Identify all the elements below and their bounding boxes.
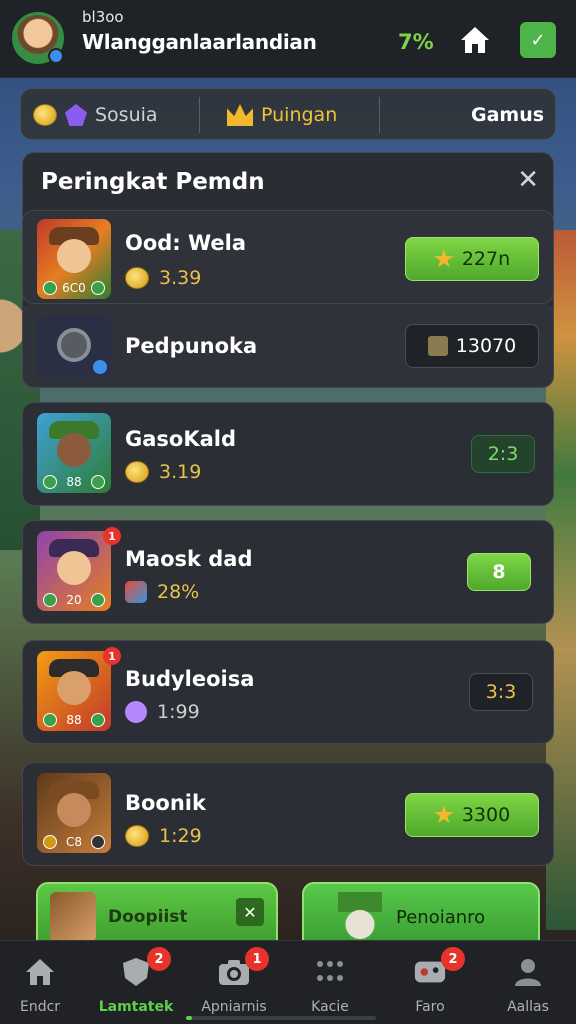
camera-icon: 1 (217, 947, 269, 989)
home-icon (461, 27, 489, 53)
star-icon (434, 249, 454, 268)
progress-percent: 7% (398, 30, 434, 54)
gamepad-icon: 2 (413, 947, 465, 989)
bottom-nav: Endcr 2 Lamtatek 1 Apniarnis Kacie 2 Far… (0, 940, 576, 1024)
card-avatar (50, 892, 96, 942)
score-pill[interactable]: 8 (467, 553, 531, 591)
nav-item-endcr[interactable]: Endcr (0, 941, 88, 1024)
verified-badge-icon (93, 360, 107, 374)
nav-item-apniarnis[interactable]: 1 Apniarnis (186, 941, 282, 1024)
home-button[interactable] (458, 24, 492, 56)
player-name: Budyleoisa (125, 667, 255, 691)
verified-badge-icon (48, 48, 64, 64)
nav-item-aallas[interactable]: Aallas (480, 941, 576, 1024)
home-indicator (186, 1016, 376, 1020)
notification-badge: 1 (103, 527, 121, 545)
player-row[interactable]: 6C0 Ood: Wela 3.39 227n (22, 210, 554, 304)
top-bar: bl3oo Wlangganlaarlandian 7% ✓ (0, 0, 576, 78)
player-name: GasoKald (125, 427, 237, 451)
card-label: Doopiist (108, 907, 188, 927)
orb-icon (125, 701, 147, 723)
tab-divider (199, 97, 200, 133)
shield-icon: 2 (119, 947, 171, 989)
player-score: 1:29 (125, 825, 202, 847)
player-avatar: C8 (37, 773, 111, 853)
score-pill[interactable]: 3:3 (469, 673, 533, 711)
tab-label: Sosuia (95, 104, 158, 126)
player-score: 1:99 (125, 701, 200, 723)
player-avatar (37, 316, 111, 378)
gift-icon (125, 581, 147, 603)
nav-item-lamtatek[interactable]: 2 Lamtatek (88, 941, 184, 1024)
player-name: Maosk dad (125, 547, 253, 571)
panel-title: Peringkat Pemdn (41, 169, 265, 195)
tab-divider (379, 97, 380, 133)
player-name: Boonik (125, 791, 206, 815)
user-avatar[interactable] (12, 12, 64, 64)
shield-icon (427, 336, 448, 356)
score-pill[interactable]: 227n (405, 237, 539, 281)
notification-badge: 1 (103, 647, 121, 665)
tab-puingan[interactable]: Puingan (227, 89, 337, 141)
player-row[interactable]: 20 1 Maosk dad 28% 8 (22, 520, 554, 624)
check-icon: ✓ (530, 29, 546, 51)
player-avatar: 20 (37, 531, 111, 611)
star-icon (434, 805, 454, 824)
score-pill[interactable]: 3300 (405, 793, 539, 837)
coin-icon (125, 825, 149, 847)
grid-icon (313, 955, 347, 989)
close-icon[interactable]: ✕ (236, 898, 264, 926)
nav-item-kacie[interactable]: Kacie (282, 941, 378, 1024)
player-row[interactable]: Pedpunoka 13070 (22, 304, 554, 388)
home-indicator-active (186, 1016, 192, 1020)
coin-icon (125, 267, 149, 289)
tab-label: Gamus (471, 104, 545, 126)
player-row[interactable]: 88 1 Budyleoisa 1:99 3:3 (22, 640, 554, 744)
home-icon (23, 955, 57, 989)
tab-label: Puingan (261, 104, 338, 126)
player-avatar: 6C0 (37, 219, 111, 299)
username-small: bl3oo (82, 8, 124, 26)
gem-icon (65, 104, 87, 126)
player-score: 28% (125, 581, 199, 603)
player-row[interactable]: 88 GasoKald 3.19 2:3 (22, 402, 554, 506)
crown-icon (227, 104, 253, 126)
player-score: 3.39 (125, 267, 201, 289)
score-pill[interactable]: 13070 (405, 324, 539, 368)
coin-icon (33, 104, 57, 126)
card-avatar (338, 892, 382, 942)
player-score: 3.19 (125, 461, 201, 483)
tab-sosuia[interactable]: Sosuia (33, 89, 158, 141)
nav-item-faro[interactable]: 2 Faro (382, 941, 478, 1024)
player-avatar: 88 (37, 413, 111, 493)
player-name: Ood: Wela (125, 231, 247, 255)
notification-badge: 2 (441, 947, 465, 971)
close-button[interactable]: ✕ (517, 167, 539, 193)
player-avatar: 88 (37, 651, 111, 731)
player-row[interactable]: C8 Boonik 1:29 3300 (22, 762, 554, 866)
close-icon: ✕ (517, 165, 539, 195)
check-button[interactable]: ✓ (520, 22, 556, 58)
coin-icon (125, 461, 149, 483)
notification-badge: 1 (245, 947, 269, 971)
tab-gamus[interactable]: Gamus (471, 89, 544, 141)
username: Wlangganlaarlandian (82, 30, 317, 54)
user-icon (511, 955, 545, 989)
player-name: Pedpunoka (125, 334, 258, 358)
score-pill[interactable]: 2:3 (471, 435, 535, 473)
card-label: Penoianro (396, 906, 486, 928)
tab-bar: Sosuia Puingan Gamus (20, 88, 556, 140)
notification-badge: 2 (147, 947, 171, 971)
